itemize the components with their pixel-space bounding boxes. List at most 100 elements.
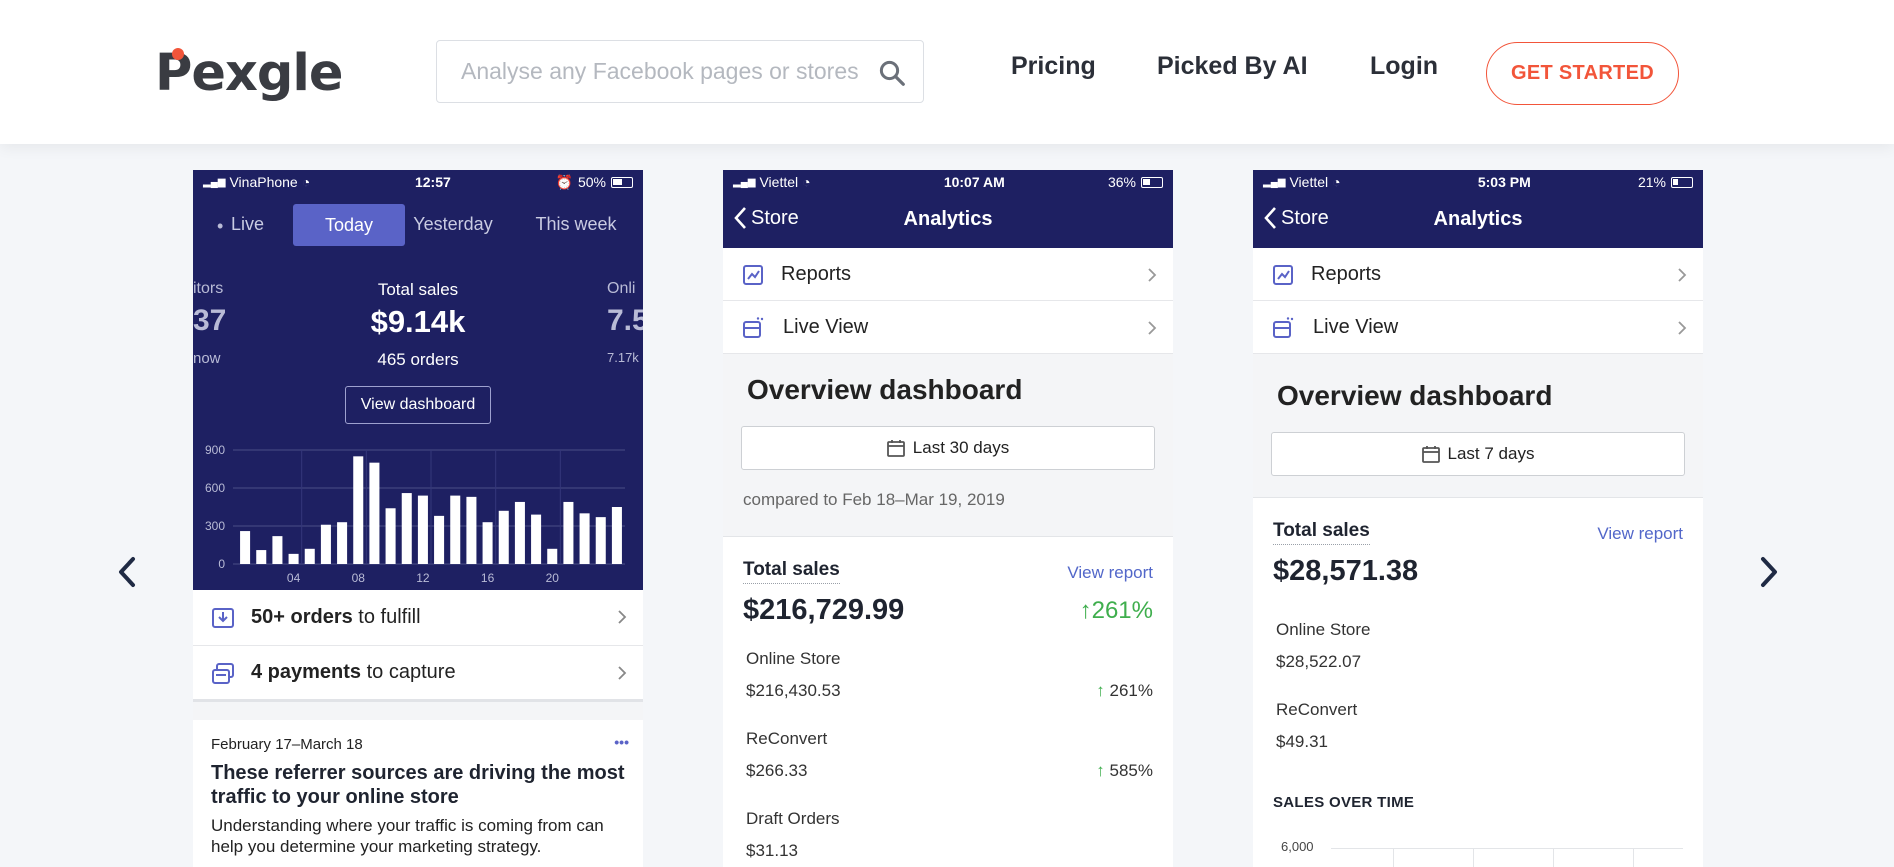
tab-today[interactable]: Today: [293, 204, 405, 246]
chevron-right-icon: [1678, 321, 1687, 335]
channel-change-value: 585%: [1109, 761, 1153, 780]
clock: 5:03 PM: [1477, 174, 1531, 190]
search-box: [436, 40, 924, 103]
menu-live-view-label: Live View: [1313, 315, 1399, 338]
chevron-right-icon[interactable]: [1753, 553, 1783, 591]
sales-over-time-heading: SALES OVER TIME: [1273, 794, 1415, 811]
chevron-right-icon: [1678, 268, 1687, 282]
online-value: 7.5: [607, 304, 643, 337]
menu-reports[interactable]: Reports: [723, 248, 1173, 301]
task-row-payments[interactable]: 4 payments to capture: [193, 646, 643, 702]
y-tick-label: 600: [205, 481, 225, 495]
nav-picked-by-ai[interactable]: Picked By AI: [1157, 52, 1308, 81]
task-row-orders[interactable]: 50+ orders to fulfill: [193, 590, 643, 646]
tab-live[interactable]: Live: [231, 214, 264, 235]
y-tick-label: 0: [218, 557, 225, 571]
task-orders-bold: 50+ orders: [251, 606, 353, 628]
wifi-icon: ◔: [301, 174, 311, 190]
logo[interactable]: Pexgle: [155, 42, 343, 104]
insight-card: February 17–March 18 ••• These referrer …: [193, 720, 643, 857]
chart-bar: [595, 517, 606, 564]
chevron-right-icon: [618, 610, 627, 624]
chevron-right-icon: [618, 666, 627, 680]
carrier: Viettel: [1289, 174, 1329, 190]
nav-pricing[interactable]: Pricing: [1011, 52, 1096, 81]
channel-value: $266.33: [746, 761, 808, 780]
grid-line: [1473, 848, 1474, 867]
channel-name: Draft Orders: [746, 809, 840, 828]
signal-icon: ▂▄▆: [1263, 176, 1286, 188]
insight-title: These referrer sources are driving the m…: [211, 762, 625, 808]
orders-count: 465 orders: [377, 350, 459, 369]
reports-icon: [743, 265, 763, 285]
chart-bar: [417, 495, 428, 564]
tab-this-week[interactable]: This week: [521, 214, 631, 235]
y-axis-tick: 6,000: [1281, 839, 1314, 854]
grid-line: [1633, 848, 1634, 867]
menu-live-view[interactable]: Live View: [723, 301, 1173, 354]
online-label: Onli: [607, 280, 636, 297]
logo-dot: [172, 48, 184, 60]
channel-value: $31.13: [746, 841, 798, 860]
channel-change-value: 261%: [1109, 681, 1153, 700]
date-range-button[interactable]: Last 30 days: [741, 426, 1155, 470]
total-sales-section: Total sales View report $28,571.38 Onlin…: [1253, 498, 1703, 867]
battery-level: 36%: [1107, 174, 1136, 190]
date-range-button[interactable]: Last 7 days: [1271, 432, 1685, 476]
channel-change: ↑ 585%: [1096, 761, 1153, 781]
battery-icon: [1141, 176, 1163, 188]
total-sales-label: Total sales: [743, 559, 840, 584]
search-icon[interactable]: [877, 58, 907, 88]
calendar-icon: [886, 440, 905, 457]
chart-bar: [304, 548, 315, 564]
chart-bar: [353, 456, 364, 564]
channel-name: Online Store: [746, 649, 841, 668]
up-arrow-icon: ↑: [1096, 761, 1110, 780]
chart-bar: [320, 524, 331, 564]
get-started-button[interactable]: GET STARTED: [1486, 42, 1679, 105]
menu-reports[interactable]: Reports: [1253, 248, 1703, 301]
chevron-right-icon: [1148, 268, 1157, 282]
more-options-icon[interactable]: •••: [614, 734, 629, 750]
search-input[interactable]: [461, 58, 881, 85]
chart-bar: [337, 522, 348, 564]
calendar-icon: [1421, 446, 1440, 463]
total-sales-label: Total sales: [1273, 520, 1370, 545]
task-payments-bold: 4 payments: [251, 661, 362, 683]
sales-bar-chart: 900 600 300 0 04 08 12 16 20: [205, 443, 625, 585]
tab-live-dot: •: [217, 216, 224, 236]
y-tick-label: 900: [205, 443, 225, 457]
total-change-value: 261%: [1091, 596, 1153, 624]
app-bar: ▂▄▆ Viettel ◔ 10:07 AM 36% Store Analytics: [723, 170, 1173, 248]
up-arrow-icon: ↑: [1079, 596, 1092, 624]
channel-name: ReConvert: [746, 729, 828, 748]
carrier: VinaPhone: [229, 174, 298, 190]
online-sub: 7.17k: [607, 350, 639, 365]
carrier: Viettel: [759, 174, 799, 190]
nav-login[interactable]: Login: [1370, 52, 1438, 81]
battery-level: 21%: [1637, 174, 1666, 190]
chart-bar: [498, 510, 509, 564]
channel-name: Online Store: [1276, 620, 1371, 639]
tab-yesterday[interactable]: Yesterday: [398, 214, 508, 235]
app-bar: ▂▄▆ Viettel ◔ 5:03 PM 21% Store Analytics: [1253, 170, 1703, 248]
chevron-right-icon: [1148, 321, 1157, 335]
view-report-link[interactable]: View report: [1597, 524, 1683, 544]
chart-bar: [256, 550, 267, 564]
chevron-left-icon[interactable]: [113, 553, 143, 591]
grid-line: [1393, 848, 1394, 867]
overview-header: Overview dashboard Last 7 days: [1253, 354, 1703, 498]
alarm-icon: ⏰: [555, 173, 573, 190]
chart-bar: [434, 515, 445, 564]
menu-live-view[interactable]: Live View: [1253, 301, 1703, 354]
phone-screenshot-3: ▂▄▆ Viettel ◔ 5:03 PM 21% Store Analytics …: [1253, 170, 1703, 867]
total-sales-label: Total sales: [377, 280, 459, 299]
view-dashboard-button[interactable]: View dashboard: [345, 386, 491, 424]
insight-date: February 17–March 18: [211, 736, 363, 753]
grid-line: [1553, 848, 1554, 867]
overview-title: Overview dashboard: [1277, 380, 1553, 411]
compared-text: compared to Feb 18–Mar 19, 2019: [743, 490, 1005, 509]
view-report-link[interactable]: View report: [1067, 563, 1153, 583]
menu-reports-label: Reports: [1311, 262, 1382, 285]
chart-bar: [466, 496, 477, 564]
